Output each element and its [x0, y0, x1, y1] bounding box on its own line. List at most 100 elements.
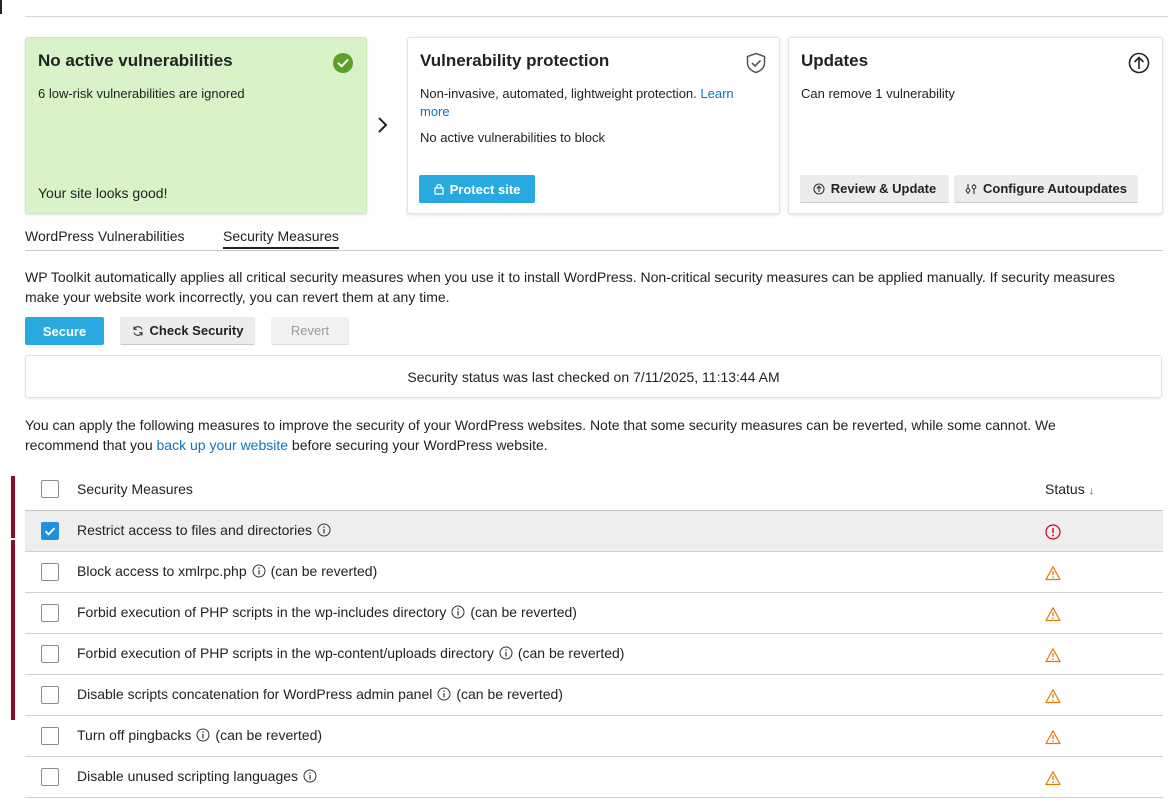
backup-website-link[interactable]: back up your website [157, 437, 289, 453]
left-accent-bar [11, 476, 15, 538]
check-circle-icon [333, 53, 353, 73]
revertible-note: (can be reverted) [215, 727, 323, 743]
lock-icon [433, 184, 444, 195]
measure-status [1045, 729, 1061, 748]
sort-arrow-icon: ↓ [1088, 485, 1095, 497]
measure-label: Forbid execution of PHP scripts in the w… [77, 645, 624, 661]
protection-description: Non-invasive, automated, lightweight pro… [420, 85, 760, 121]
warning-icon [1045, 607, 1061, 622]
measure-status [1045, 524, 1061, 543]
measure-status [1045, 565, 1061, 584]
tab-security-measures[interactable]: Security Measures [223, 228, 339, 249]
table-header-row: Security Measures Status ↓ [25, 468, 1163, 511]
status-header-label: Status [1045, 481, 1085, 497]
settings-sliders-icon [965, 183, 977, 194]
revertible-note: (can be reverted) [456, 686, 563, 702]
tab-wordpress-vulnerabilities[interactable]: WordPress Vulnerabilities [25, 228, 185, 244]
refresh-icon [132, 325, 143, 336]
table-row[interactable]: Turn off pingbacks (can be reverted) [25, 716, 1163, 757]
measure-status [1045, 770, 1061, 789]
check-security-label: Check Security [149, 323, 244, 338]
measure-name: Forbid execution of PHP scripts in the w… [77, 604, 447, 620]
status-card-title: No active vulnerabilities [38, 51, 233, 70]
vulnerability-protection-card: Vulnerability protection Non-invasive, a… [407, 37, 780, 214]
configure-autoupdates-button[interactable]: Configure Autoupdates [954, 175, 1138, 203]
info-icon[interactable] [252, 564, 266, 578]
measure-name: Block access to xmlrpc.php [77, 563, 247, 579]
status-column-header[interactable]: Status ↓ [1045, 481, 1094, 497]
table-row[interactable]: Block access to xmlrpc.php (can be revert… [25, 552, 1163, 593]
upload-arrow-icon [813, 182, 825, 195]
measure-name: Restrict access to files and directories [77, 522, 312, 538]
info-icon[interactable] [303, 769, 317, 783]
measure-label: Block access to xmlrpc.php (can be revert… [77, 563, 377, 579]
check-security-button[interactable]: Check Security [120, 317, 255, 345]
window-edge-mark [0, 0, 2, 14]
measure-status [1045, 688, 1061, 707]
select-all-checkbox[interactable] [41, 480, 59, 498]
last-checked-text: Security status was last checked on 7/11… [407, 368, 780, 385]
revertible-note: (can be reverted) [470, 604, 577, 620]
measure-status [1045, 606, 1061, 625]
apply-measures-text: You can apply the following measures to … [25, 415, 1125, 455]
updates-description: Can remove 1 vulnerability [801, 86, 955, 101]
row-checkbox[interactable] [41, 768, 59, 786]
protect-site-button[interactable]: Protect site [419, 175, 535, 203]
warning-icon [1045, 648, 1061, 663]
revertible-note: (can be reverted) [270, 563, 378, 579]
measure-name: Forbid execution of PHP scripts in the w… [77, 645, 494, 661]
updates-card-title: Updates [801, 51, 869, 70]
table-row[interactable]: Disable unused scripting languages [25, 757, 1163, 798]
left-accent-bar [11, 540, 15, 658]
warning-icon [1045, 566, 1061, 581]
row-checkbox[interactable] [41, 727, 59, 745]
row-checkbox[interactable] [41, 604, 59, 622]
warning-icon [1045, 730, 1061, 745]
measure-label: Disable scripts concatenation for WordPr… [77, 686, 563, 702]
intro-text: WP Toolkit automatically applies all cri… [25, 269, 1115, 305]
measure-status [1045, 647, 1061, 666]
secure-button[interactable]: Secure [25, 317, 104, 345]
measure-name: Disable unused scripting languages [77, 768, 299, 784]
info-icon[interactable] [196, 728, 210, 742]
revertible-note: (can be reverted) [517, 645, 625, 661]
row-checkbox[interactable] [41, 563, 59, 581]
info-icon[interactable] [499, 646, 513, 660]
chevron-right-icon[interactable] [375, 116, 389, 134]
measure-label: Disable unused scripting languages [77, 768, 317, 784]
measure-label: Turn off pingbacks (can be reverted) [77, 727, 322, 743]
apply-text-after: before securing your WordPress website. [288, 437, 548, 453]
info-icon[interactable] [317, 523, 331, 537]
measure-label: Restrict access to files and directories [77, 522, 331, 538]
row-checkbox[interactable] [41, 645, 59, 663]
measure-label: Forbid execution of PHP scripts in the w… [77, 604, 577, 620]
review-update-button[interactable]: Review & Update [800, 175, 949, 203]
protect-site-label: Protect site [449, 181, 521, 197]
ignored-vulnerabilities-text: 6 low-risk vulnerabilities are ignored [38, 86, 245, 101]
top-divider [25, 16, 1168, 17]
row-checkbox[interactable] [41, 686, 59, 704]
upload-arrow-icon [1128, 52, 1150, 74]
revert-label: Revert [290, 323, 330, 338]
review-update-label: Review & Update [830, 181, 937, 196]
info-icon[interactable] [451, 605, 465, 619]
error-icon [1045, 524, 1061, 540]
protection-description-text: Non-invasive, automated, lightweight pro… [420, 86, 697, 101]
last-checked-bar: Security status was last checked on 7/11… [25, 355, 1162, 398]
info-icon[interactable] [437, 687, 451, 701]
left-accent-bar [11, 658, 15, 720]
updates-card: Updates Can remove 1 vulnerability Revie… [788, 37, 1163, 214]
table-row[interactable]: Restrict access to files and directories [25, 511, 1163, 552]
table-row[interactable]: Forbid execution of PHP scripts in the w… [25, 593, 1163, 634]
security-measures-column-header[interactable]: Security Measures [77, 481, 193, 497]
measure-name: Turn off pingbacks [77, 727, 192, 743]
protection-card-title: Vulnerability protection [420, 51, 610, 70]
revert-button[interactable]: Revert [271, 317, 349, 345]
checkmark-icon [44, 527, 56, 536]
row-checkbox[interactable] [41, 522, 59, 540]
tab-bar: WordPress Vulnerabilities Security Measu… [25, 226, 1163, 251]
warning-icon [1045, 771, 1061, 786]
table-row[interactable]: Disable scripts concatenation for WordPr… [25, 675, 1163, 716]
no-active-block-text: No active vulnerabilities to block [420, 130, 605, 145]
table-row[interactable]: Forbid execution of PHP scripts in the w… [25, 634, 1163, 675]
